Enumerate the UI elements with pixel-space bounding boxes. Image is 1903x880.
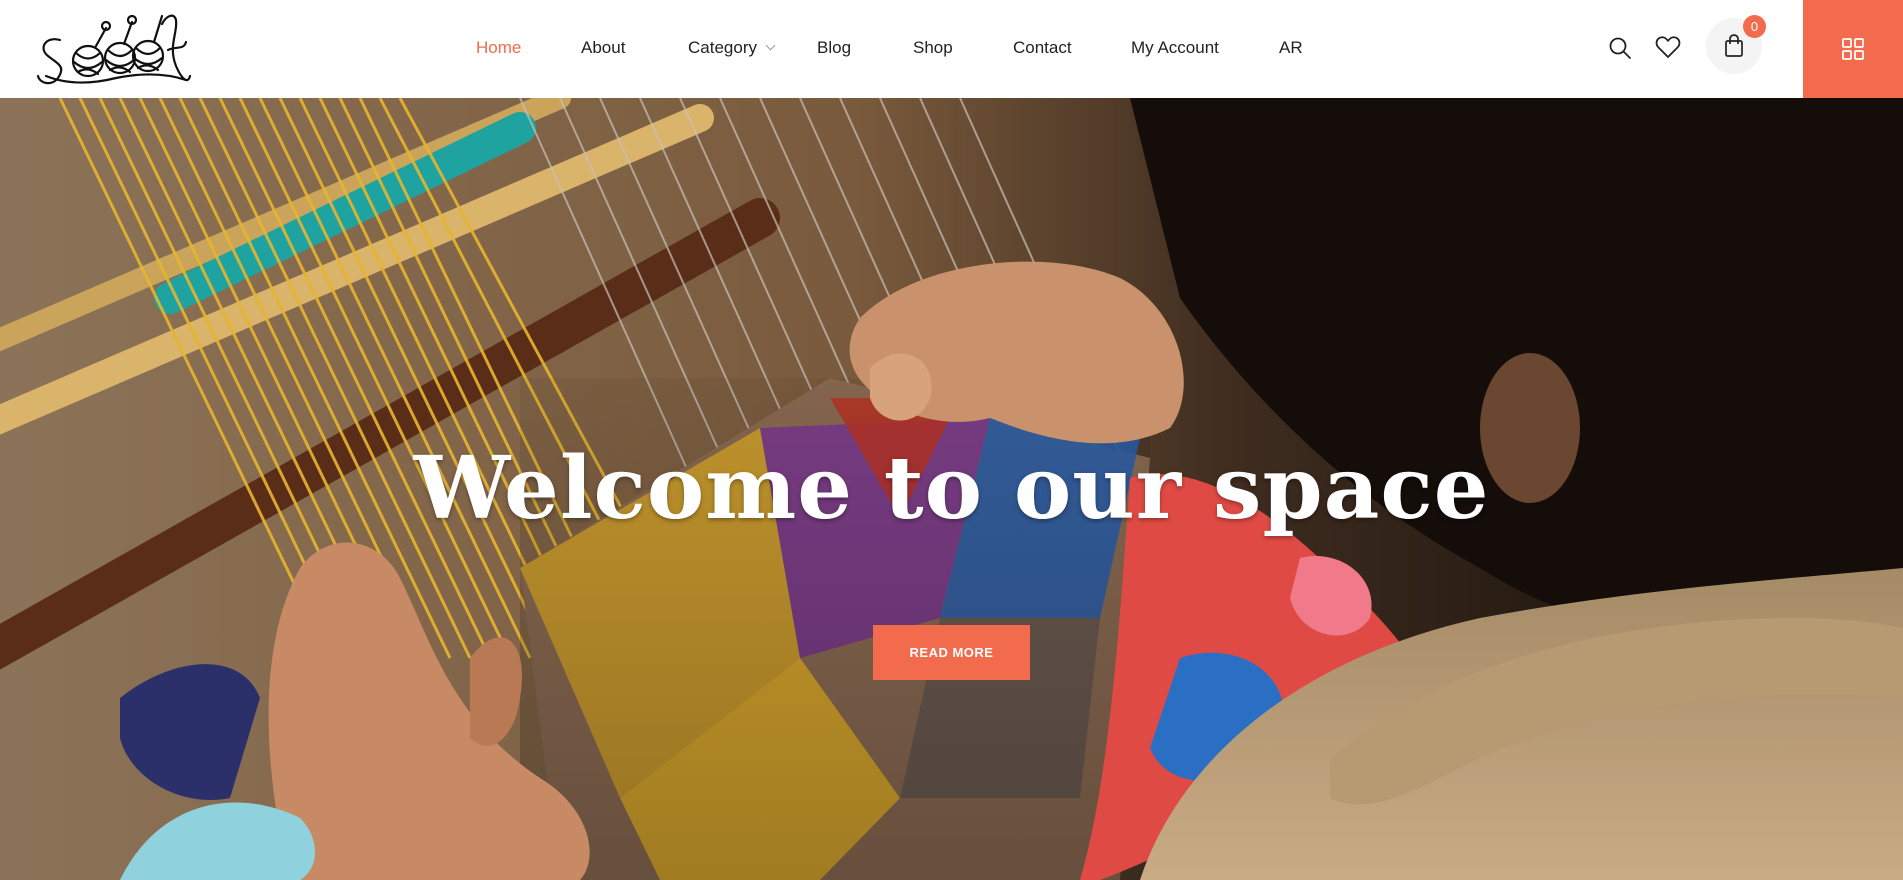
nav-item-home[interactable]: Home bbox=[476, 38, 521, 58]
read-more-button[interactable]: READ MORE bbox=[873, 625, 1030, 680]
main-nav: Home About Category Blog Shop Contact My… bbox=[0, 0, 1400, 98]
menu-toggle-button[interactable] bbox=[1803, 0, 1903, 98]
nav-item-ar[interactable]: AR bbox=[1279, 38, 1303, 58]
shopping-bag-icon bbox=[1725, 34, 1743, 57]
site-header: Home About Category Blog Shop Contact My… bbox=[0, 0, 1903, 98]
search-icon bbox=[1609, 37, 1631, 59]
heart-icon bbox=[1655, 36, 1681, 58]
hero-title: Welcome to our space bbox=[413, 438, 1490, 539]
search-button[interactable] bbox=[1608, 36, 1632, 60]
chevron-down-icon bbox=[765, 40, 776, 51]
nav-item-about[interactable]: About bbox=[581, 38, 625, 58]
nav-item-shop[interactable]: Shop bbox=[913, 38, 953, 58]
wishlist-button[interactable] bbox=[1655, 35, 1681, 59]
grid-icon bbox=[1842, 38, 1864, 60]
nav-item-my-account[interactable]: My Account bbox=[1131, 38, 1219, 58]
nav-item-contact[interactable]: Contact bbox=[1013, 38, 1072, 58]
nav-item-category[interactable]: Category bbox=[688, 38, 776, 58]
nav-item-category-label: Category bbox=[688, 38, 757, 57]
nav-item-blog[interactable]: Blog bbox=[817, 38, 851, 58]
hero-banner: Welcome to our space READ MORE bbox=[0, 98, 1903, 880]
cart-count-badge: 0 bbox=[1743, 15, 1766, 38]
